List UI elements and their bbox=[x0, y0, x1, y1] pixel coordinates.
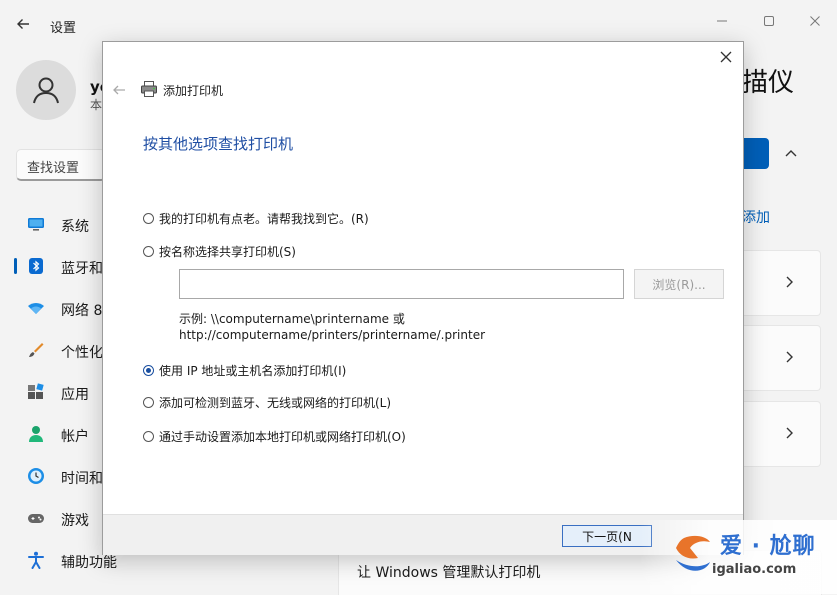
sidebar-item-label: 时间和 bbox=[61, 471, 103, 487]
settings-sidebar: 系统 蓝牙和 网络 8 个性化 应用 帐户 时间和 游戏 辅助功能 bbox=[0, 203, 117, 581]
settings-search-input[interactable]: 查找设置 bbox=[16, 149, 106, 181]
option-label: 使用 IP 地址或主机名添加打印机(I) bbox=[159, 364, 347, 378]
sidebar-item-network[interactable]: 网络 8 bbox=[0, 287, 110, 329]
page-title: 描仪 bbox=[742, 68, 795, 98]
option-shared-printer[interactable]: 按名称选择共享打印机(S) bbox=[143, 243, 296, 260]
option-label: 通过手动设置添加本地打印机或网络打印机(O) bbox=[159, 430, 406, 444]
option-ip-address[interactable]: 使用 IP 地址或主机名添加打印机(I) bbox=[143, 362, 346, 379]
wifi-icon bbox=[28, 303, 44, 314]
add-device-button[interactable] bbox=[742, 138, 769, 169]
avatar[interactable] bbox=[16, 60, 76, 120]
sidebar-item-apps[interactable]: 应用 bbox=[0, 371, 110, 413]
option-local-printer[interactable]: 通过手动设置添加本地打印机或网络打印机(O) bbox=[143, 428, 406, 445]
example-text-line1: 示例: \\computername\printername 或 bbox=[179, 312, 405, 326]
example-text-line2: http://computername/printers/printername… bbox=[179, 328, 486, 342]
sidebar-item-accounts[interactable]: 帐户 bbox=[0, 413, 110, 455]
close-icon bbox=[810, 16, 820, 26]
sidebar-item-label: 系统 bbox=[61, 219, 89, 235]
account-icon bbox=[29, 426, 43, 442]
add-printer-dialog: 添加打印机 按其他选项查找打印机 我的打印机有点老。请帮我找到它。(R) 按名称… bbox=[102, 41, 744, 555]
clock-icon bbox=[28, 468, 44, 484]
dialog-heading: 按其他选项查找打印机 bbox=[143, 135, 294, 153]
sidebar-item-label: 游戏 bbox=[61, 513, 89, 529]
settings-title: 设置 bbox=[50, 21, 77, 36]
maximize-button[interactable] bbox=[746, 6, 792, 36]
option-discoverable-printer[interactable]: 添加可检测到蓝牙、无线或网络的打印机(L) bbox=[143, 394, 391, 411]
sidebar-item-label: 帐户 bbox=[61, 429, 89, 445]
settings-card[interactable] bbox=[742, 325, 821, 391]
settings-card[interactable] bbox=[742, 250, 821, 316]
sidebar-item-bluetooth[interactable]: 蓝牙和 bbox=[0, 245, 110, 287]
option-old-printer[interactable]: 我的打印机有点老。请帮我找到它。(R) bbox=[143, 210, 369, 227]
sidebar-item-label: 网络 8 bbox=[61, 303, 103, 319]
chevron-right-icon bbox=[786, 351, 793, 363]
window-close-button[interactable] bbox=[792, 6, 837, 36]
radio-button[interactable] bbox=[143, 431, 154, 442]
default-printer-label: 让 Windows 管理默认打印机 bbox=[357, 565, 541, 581]
sidebar-item-label: 辅助功能 bbox=[61, 555, 117, 571]
watermark-url: igaliao.com bbox=[712, 562, 797, 577]
sidebar-item-label: 个性化 bbox=[61, 345, 103, 361]
sidebar-item-label: 应用 bbox=[61, 387, 89, 403]
option-label: 按名称选择共享打印机(S) bbox=[159, 245, 296, 259]
maximize-icon bbox=[764, 16, 774, 26]
dialog-title: 添加打印机 bbox=[163, 84, 224, 98]
sidebar-item-gaming[interactable]: 游戏 bbox=[0, 497, 110, 539]
printer-icon bbox=[141, 81, 157, 97]
add-manually-link[interactable]: 添加 bbox=[742, 207, 770, 227]
radio-button[interactable] bbox=[143, 213, 154, 224]
chevron-right-icon bbox=[786, 427, 793, 439]
minimize-icon bbox=[717, 20, 727, 22]
option-label: 添加可检测到蓝牙、无线或网络的打印机(L) bbox=[159, 396, 392, 410]
active-indicator bbox=[14, 258, 17, 274]
next-button[interactable]: 下一页(N bbox=[562, 525, 652, 547]
option-label: 我的打印机有点老。请帮我找到它。(R) bbox=[159, 212, 369, 226]
radio-button[interactable] bbox=[143, 246, 154, 257]
browse-button[interactable]: 浏览(R)... bbox=[634, 269, 724, 299]
sidebar-item-label: 蓝牙和 bbox=[61, 261, 103, 277]
sidebar-item-accessibility[interactable]: 辅助功能 bbox=[0, 539, 117, 581]
brush-icon bbox=[29, 343, 44, 357]
sidebar-item-time[interactable]: 时间和 bbox=[0, 455, 110, 497]
chevron-right-icon bbox=[786, 276, 793, 288]
apps-icon bbox=[28, 383, 44, 399]
gamepad-icon bbox=[28, 514, 44, 523]
radio-button-selected[interactable] bbox=[143, 365, 154, 376]
minimize-button[interactable] bbox=[699, 6, 745, 36]
user-icon bbox=[33, 77, 59, 104]
bluetooth-icon bbox=[29, 258, 43, 274]
sidebar-item-personalization[interactable]: 个性化 bbox=[0, 329, 110, 371]
close-icon[interactable] bbox=[717, 48, 735, 66]
watermark-text: 爱 · 尬聊 bbox=[720, 534, 816, 559]
back-arrow-icon[interactable] bbox=[111, 82, 127, 98]
user-subtitle: 本 bbox=[90, 98, 103, 112]
shared-printer-name-input[interactable] bbox=[179, 269, 624, 299]
monitor-icon bbox=[28, 218, 44, 231]
back-arrow-icon[interactable] bbox=[14, 15, 32, 33]
accessibility-icon bbox=[28, 551, 44, 569]
search-placeholder: 查找设置 bbox=[27, 161, 80, 176]
sidebar-item-system[interactable]: 系统 bbox=[0, 203, 110, 245]
radio-button[interactable] bbox=[143, 397, 154, 408]
chevron-up-icon[interactable] bbox=[783, 145, 799, 161]
settings-card[interactable] bbox=[742, 401, 821, 467]
